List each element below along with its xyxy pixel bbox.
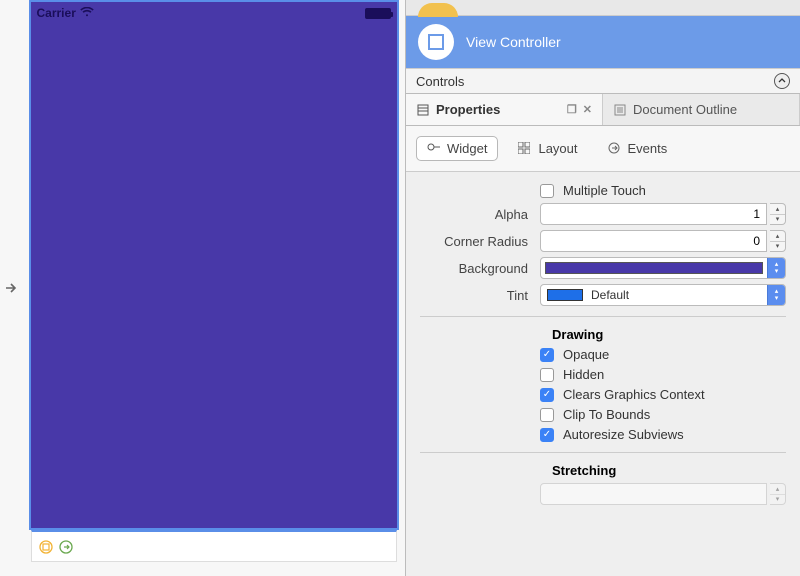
autoresize-label: Autoresize Subviews bbox=[563, 427, 684, 442]
subtab-widget[interactable]: Widget bbox=[416, 136, 498, 161]
tab-properties[interactable]: Properties ❐ ✕ bbox=[406, 94, 603, 125]
selected-view-controller-row[interactable]: View Controller bbox=[406, 16, 800, 68]
tint-swatch bbox=[547, 289, 583, 301]
canvas-area[interactable]: Carrier bbox=[22, 0, 405, 576]
battery-icon bbox=[365, 8, 391, 19]
background-swatch bbox=[545, 262, 763, 274]
corner-radius-label: Corner Radius bbox=[420, 234, 540, 249]
background-label: Background bbox=[420, 261, 540, 276]
events-icon bbox=[608, 142, 622, 156]
wifi-icon bbox=[80, 6, 94, 20]
expand-right-arrow[interactable] bbox=[0, 0, 22, 576]
hidden-label: Hidden bbox=[563, 367, 604, 382]
exit-dock-icon[interactable] bbox=[58, 539, 74, 555]
clears-graphics-checkbox[interactable] bbox=[540, 388, 554, 402]
opaque-label: Opaque bbox=[563, 347, 609, 362]
view-controller-dock-icon[interactable] bbox=[38, 539, 54, 555]
corner-radius-input[interactable] bbox=[540, 230, 767, 252]
properties-body: Multiple Touch Alpha ▴▾ Corner Radius ▴▾… bbox=[406, 172, 800, 576]
opaque-checkbox[interactable] bbox=[540, 348, 554, 362]
panel-tabs: Properties ❐ ✕ Document Outline bbox=[406, 94, 800, 126]
scene-dock bbox=[31, 530, 397, 562]
property-subtabs: Widget Layout Events bbox=[406, 126, 800, 172]
multiple-touch-label: Multiple Touch bbox=[563, 183, 646, 198]
subtab-layout[interactable]: Layout bbox=[508, 136, 587, 161]
tab-properties-label: Properties bbox=[436, 102, 500, 117]
subtab-layout-label: Layout bbox=[538, 141, 577, 156]
stretching-heading: Stretching bbox=[552, 463, 786, 478]
subtab-events-label: Events bbox=[628, 141, 668, 156]
view-controller-icon bbox=[418, 24, 454, 60]
inspector-pane: View Controller Controls Properties ❐ ✕ … bbox=[405, 0, 800, 576]
view-controller-label: View Controller bbox=[466, 34, 561, 50]
alpha-label: Alpha bbox=[420, 207, 540, 222]
device-frame[interactable]: Carrier bbox=[29, 0, 399, 530]
popout-icon[interactable]: ❐ bbox=[567, 103, 577, 116]
close-icon[interactable]: ✕ bbox=[583, 103, 592, 116]
subtab-events[interactable]: Events bbox=[598, 136, 678, 161]
tint-label: Tint bbox=[420, 288, 540, 303]
clip-bounds-checkbox[interactable] bbox=[540, 408, 554, 422]
autoresize-checkbox[interactable] bbox=[540, 428, 554, 442]
stretching-stepper[interactable]: ▴▾ bbox=[770, 483, 786, 505]
properties-icon bbox=[416, 103, 430, 117]
controls-section-header[interactable]: Controls bbox=[406, 68, 800, 94]
hierarchy-partial bbox=[406, 0, 800, 16]
widget-icon bbox=[427, 142, 441, 156]
layout-icon bbox=[518, 142, 532, 156]
status-bar: Carrier bbox=[31, 2, 397, 24]
document-outline-icon bbox=[613, 103, 627, 117]
subtab-widget-label: Widget bbox=[447, 141, 487, 156]
hidden-checkbox[interactable] bbox=[540, 368, 554, 382]
background-color-picker[interactable]: ▴▾ bbox=[540, 257, 786, 279]
multiple-touch-checkbox[interactable] bbox=[540, 184, 554, 198]
design-canvas-pane: Carrier bbox=[0, 0, 405, 576]
tint-color-picker[interactable]: Default ▴▾ bbox=[540, 284, 786, 306]
tab-document-outline[interactable]: Document Outline bbox=[603, 94, 800, 125]
background-combo-button[interactable]: ▴▾ bbox=[767, 258, 785, 278]
tint-combo-button[interactable]: ▴▾ bbox=[767, 285, 785, 305]
carrier-label: Carrier bbox=[37, 6, 76, 20]
alpha-stepper[interactable]: ▴▾ bbox=[770, 203, 786, 225]
collapse-toggle-icon[interactable] bbox=[774, 73, 790, 89]
tint-value-label: Default bbox=[589, 288, 767, 302]
stretching-input[interactable] bbox=[540, 483, 767, 505]
clip-bounds-label: Clip To Bounds bbox=[563, 407, 650, 422]
tab-doc-outline-label: Document Outline bbox=[633, 102, 737, 117]
clears-graphics-label: Clears Graphics Context bbox=[563, 387, 705, 402]
corner-radius-stepper[interactable]: ▴▾ bbox=[770, 230, 786, 252]
alpha-input[interactable] bbox=[540, 203, 767, 225]
controls-label: Controls bbox=[416, 74, 464, 89]
drawing-heading: Drawing bbox=[552, 327, 786, 342]
